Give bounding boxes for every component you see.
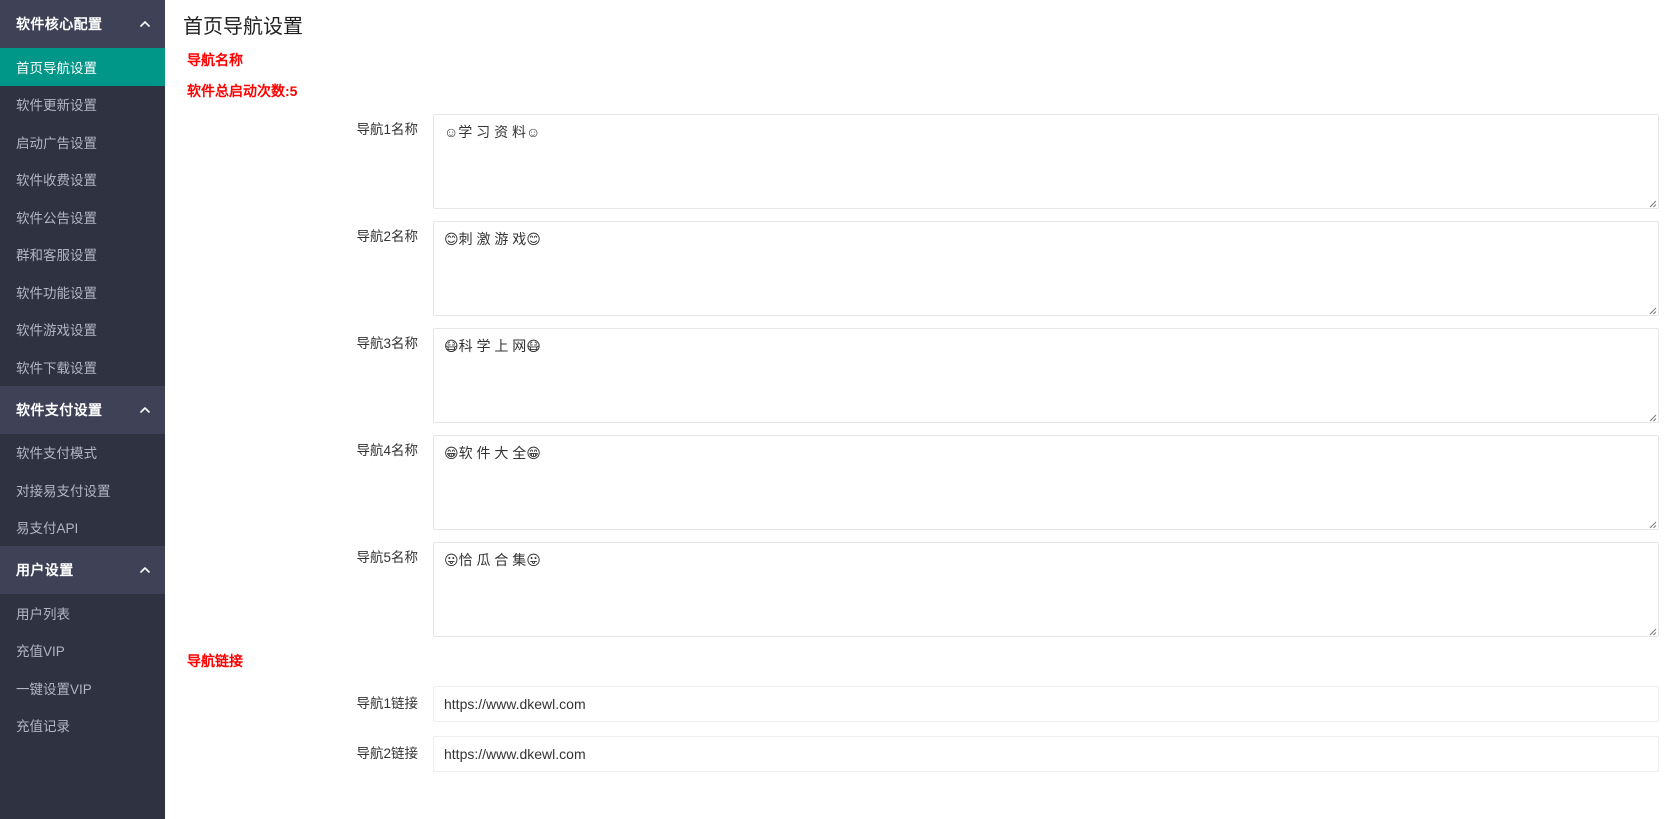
field-label: 导航1链接 <box>356 696 418 711</box>
form-row-nav1-name: 导航1名称 ☺学 习 资 料☺ <box>165 114 1673 209</box>
sidebar-item-recharge-vip[interactable]: 充值VIP <box>0 631 165 669</box>
sidebar-item-home-nav-settings[interactable]: 首页导航设置 <box>0 48 165 86</box>
sidebar-item-group-support-settings[interactable]: 群和客服设置 <box>0 235 165 273</box>
chevron-up-icon <box>139 18 151 30</box>
sidebar-item-user-list[interactable]: 用户列表 <box>0 594 165 632</box>
page-title: 首页导航设置 <box>183 16 303 38</box>
form-row-nav4-name: 导航4名称 😁软 件 大 全😁 <box>165 435 1673 530</box>
nav1-name-textarea-wrap: ☺学 习 资 料☺ <box>433 114 1659 209</box>
section-heading-nav-links: 导航链接 <box>187 653 243 669</box>
sidebar-item-epay-api[interactable]: 易支付API <box>0 508 165 546</box>
field-label: 导航1名称 <box>356 122 418 137</box>
sidebar-group-header-core[interactable]: 软件核心配置 <box>0 0 165 48</box>
sidebar-group-header-user[interactable]: 用户设置 <box>0 546 165 594</box>
app-root: 软件核心配置 首页导航设置 软件更新设置 启动广告设置 软件收费设置 软件公告设… <box>0 0 1673 819</box>
form-row-nav3-name: 导航3名称 😷科 学 上 网😷 <box>165 328 1673 423</box>
sidebar-item-epay-integration-settings[interactable]: 对接易支付设置 <box>0 471 165 509</box>
sidebar-item-software-feature-settings[interactable]: 软件功能设置 <box>0 273 165 311</box>
sidebar-item-label: 软件支付模式 <box>16 446 97 462</box>
sidebar-item-label: 充值VIP <box>16 644 65 660</box>
sidebar-item-label: 软件游戏设置 <box>16 323 97 339</box>
nav3-name-textarea[interactable]: 😷科 学 上 网😷 <box>433 328 1659 423</box>
nav3-name-textarea-wrap: 😷科 学 上 网😷 <box>433 328 1659 423</box>
sidebar-item-software-fee-settings[interactable]: 软件收费设置 <box>0 160 165 198</box>
sidebar-group-label: 软件支付设置 <box>16 401 103 418</box>
sidebar-item-label: 群和客服设置 <box>16 248 97 264</box>
field-label: 导航5名称 <box>356 550 418 565</box>
sidebar-item-software-update-settings[interactable]: 软件更新设置 <box>0 85 165 123</box>
chevron-up-icon <box>139 404 151 416</box>
sidebar-group-label: 软件核心配置 <box>16 16 103 32</box>
sidebar-item-payment-mode[interactable]: 软件支付模式 <box>0 433 165 471</box>
nav1-link-input[interactable]: https://www.dkewl.com <box>433 686 1659 722</box>
nav1-link-input-wrap: https://www.dkewl.com <box>433 686 1659 722</box>
section-heading-nav-names: 导航名称 <box>187 52 243 68</box>
nav2-name-textarea-wrap: 😊刺 激 游 戏😊 <box>433 221 1659 316</box>
nav5-name-textarea-wrap: 😛恰 瓜 合 集😛 <box>433 542 1659 637</box>
sidebar-item-label: 软件下载设置 <box>16 360 97 376</box>
form-row-nav1-link: 导航1链接 https://www.dkewl.com <box>165 686 1673 722</box>
nav2-link-input-wrap: https://www.dkewl.com <box>433 736 1659 772</box>
field-label: 导航2链接 <box>356 746 418 761</box>
sidebar-item-label: 用户列表 <box>16 606 70 622</box>
nav2-link-input[interactable]: https://www.dkewl.com <box>433 736 1659 772</box>
field-label: 导航4名称 <box>356 443 418 458</box>
sidebar-item-startup-ad-settings[interactable]: 启动广告设置 <box>0 123 165 161</box>
main-content: 首页导航设置 导航名称 软件总启动次数:5 导航1名称 ☺学 习 资 料☺ 导航… <box>165 0 1673 819</box>
sidebar-group-label: 用户设置 <box>16 562 74 578</box>
nav5-name-textarea[interactable]: 😛恰 瓜 合 集😛 <box>433 542 1659 637</box>
sidebar-item-label: 软件公告设置 <box>16 210 97 226</box>
sidebar-group-header-payment[interactable]: 软件支付设置 <box>0 385 165 434</box>
sidebar-item-software-download-settings[interactable]: 软件下载设置 <box>0 348 165 386</box>
sidebar-item-label: 一键设置VIP <box>16 681 92 697</box>
sidebar-item-recharge-records[interactable]: 充值记录 <box>0 706 165 744</box>
sidebar-item-one-click-set-vip[interactable]: 一键设置VIP <box>0 669 165 707</box>
sidebar-item-label: 软件功能设置 <box>16 285 97 301</box>
sidebar-item-software-announcement-settings[interactable]: 软件公告设置 <box>0 198 165 236</box>
sidebar-item-label: 易支付API <box>16 521 79 537</box>
sidebar-item-label: 启动广告设置 <box>16 135 97 151</box>
sidebar-item-label: 软件更新设置 <box>16 98 97 114</box>
sidebar-item-label: 首页导航设置 <box>16 60 97 76</box>
form-row-nav5-name: 导航5名称 😛恰 瓜 合 集😛 <box>165 542 1673 637</box>
nav4-name-textarea-wrap: 😁软 件 大 全😁 <box>433 435 1659 530</box>
launch-count-text: 软件总启动次数:5 <box>187 83 298 99</box>
form-row-nav2-link: 导航2链接 https://www.dkewl.com <box>165 736 1673 772</box>
chevron-up-icon <box>139 564 151 576</box>
nav1-name-textarea[interactable]: ☺学 习 资 料☺ <box>433 114 1659 209</box>
field-label: 导航3名称 <box>356 336 418 351</box>
sidebar: 软件核心配置 首页导航设置 软件更新设置 启动广告设置 软件收费设置 软件公告设… <box>0 0 165 819</box>
sidebar-item-software-game-settings[interactable]: 软件游戏设置 <box>0 310 165 348</box>
sidebar-item-label: 对接易支付设置 <box>16 483 111 499</box>
sidebar-item-label: 充值记录 <box>16 719 70 735</box>
sidebar-item-label: 软件收费设置 <box>16 173 97 189</box>
nav2-name-textarea[interactable]: 😊刺 激 游 戏😊 <box>433 221 1659 316</box>
form-row-nav2-name: 导航2名称 😊刺 激 游 戏😊 <box>165 221 1673 316</box>
field-label: 导航2名称 <box>356 229 418 244</box>
nav4-name-textarea[interactable]: 😁软 件 大 全😁 <box>433 435 1659 530</box>
